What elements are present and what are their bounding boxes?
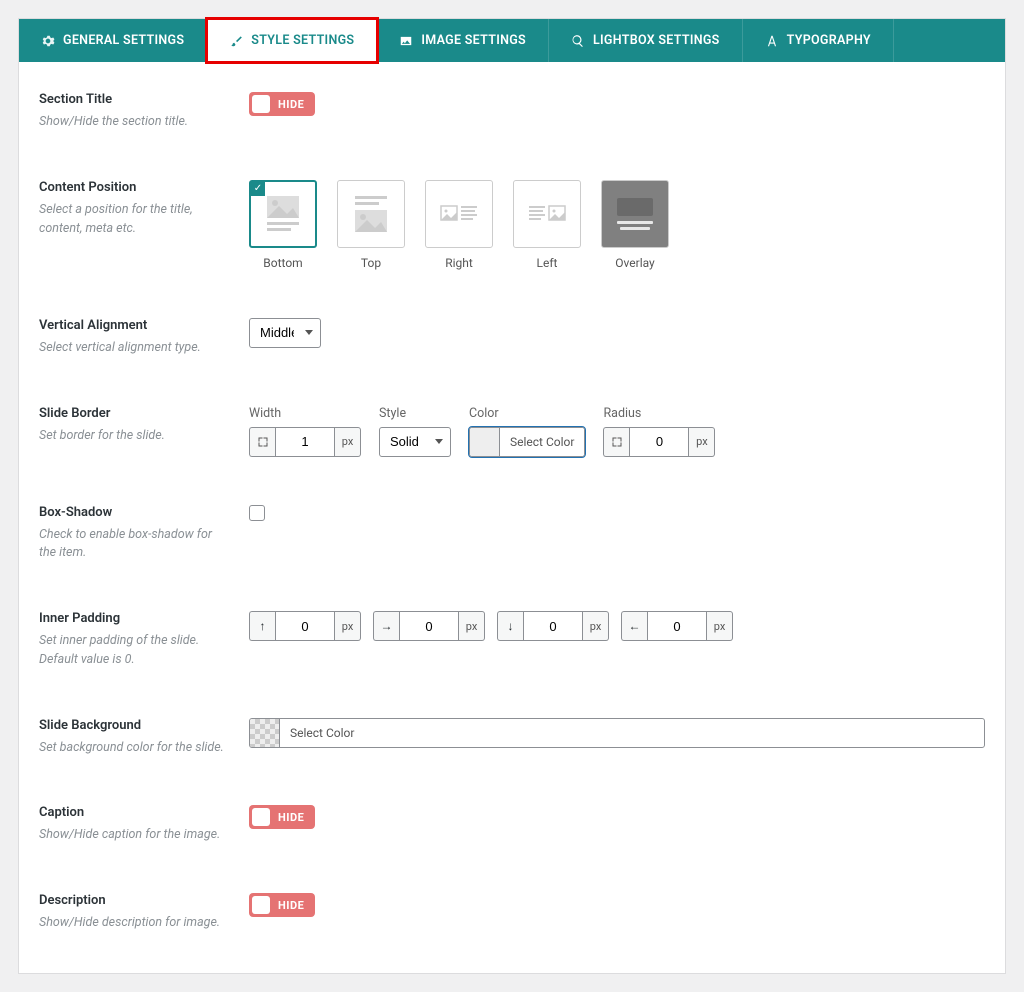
toggle-label: HIDE bbox=[276, 811, 312, 824]
field-title: Slide Border bbox=[39, 406, 229, 421]
tab-general-settings[interactable]: GENERAL SETTINGS bbox=[19, 19, 207, 62]
position-left[interactable] bbox=[513, 180, 581, 248]
tab-typography[interactable]: TYPOGRAPHY bbox=[743, 19, 894, 62]
field-desc: Show/Hide the section title. bbox=[39, 113, 229, 132]
image-icon bbox=[399, 34, 413, 48]
row-box-shadow: Box-Shadow Check to enable box-shadow fo… bbox=[19, 495, 1005, 574]
padding-top-input[interactable] bbox=[275, 611, 335, 641]
unit-label: px bbox=[335, 427, 361, 457]
field-title: Vertical Alignment bbox=[39, 318, 229, 333]
border-width-input[interactable] bbox=[275, 427, 335, 457]
arrow-left-icon: ← bbox=[621, 611, 647, 641]
field-title: Content Position bbox=[39, 180, 229, 195]
position-top[interactable] bbox=[337, 180, 405, 248]
field-title: Inner Padding bbox=[39, 611, 229, 626]
color-swatch bbox=[470, 428, 500, 456]
position-bottom[interactable]: ✓ bbox=[249, 180, 317, 248]
settings-panel: GENERAL SETTINGS STYLE SETTINGS IMAGE SE… bbox=[18, 18, 1006, 974]
padding-bottom-input[interactable] bbox=[523, 611, 583, 641]
brush-icon bbox=[229, 34, 243, 48]
link-icon[interactable] bbox=[249, 427, 275, 457]
tab-image-settings[interactable]: IMAGE SETTINGS bbox=[377, 19, 549, 62]
position-label: Right bbox=[425, 256, 493, 270]
subfield-label: Radius bbox=[603, 406, 715, 421]
description-toggle[interactable]: HIDE bbox=[249, 893, 315, 917]
subfield-label: Width bbox=[249, 406, 361, 421]
unit-label: px bbox=[707, 611, 733, 641]
field-title: Slide Background bbox=[39, 718, 229, 733]
tab-style-settings[interactable]: STYLE SETTINGS bbox=[207, 19, 377, 62]
tab-label: GENERAL SETTINGS bbox=[63, 33, 184, 48]
tab-label: STYLE SETTINGS bbox=[251, 33, 354, 48]
link-icon[interactable] bbox=[603, 427, 629, 457]
position-right[interactable] bbox=[425, 180, 493, 248]
font-icon bbox=[765, 34, 779, 48]
unit-label: px bbox=[689, 427, 715, 457]
toggle-knob bbox=[252, 808, 270, 826]
row-description: Description Show/Hide description for im… bbox=[19, 883, 1005, 943]
field-desc: Set border for the slide. bbox=[39, 427, 229, 446]
border-color-button[interactable]: Select Color bbox=[469, 427, 585, 457]
box-shadow-checkbox[interactable] bbox=[249, 505, 265, 521]
field-title: Description bbox=[39, 893, 229, 908]
border-style-select[interactable]: Solid bbox=[379, 427, 451, 457]
arrow-right-icon: → bbox=[373, 611, 399, 641]
padding-right-input[interactable] bbox=[399, 611, 459, 641]
tab-label: IMAGE SETTINGS bbox=[421, 33, 526, 48]
vertical-align-select[interactable]: Middle bbox=[249, 318, 321, 348]
unit-label: px bbox=[583, 611, 609, 641]
tab-label: LIGHTBOX SETTINGS bbox=[593, 33, 720, 48]
position-overlay[interactable] bbox=[601, 180, 669, 248]
toggle-label: HIDE bbox=[276, 899, 312, 912]
arrow-up-icon: ↑ bbox=[249, 611, 275, 641]
row-slide-background: Slide Background Set background color fo… bbox=[19, 708, 1005, 768]
subfield-label: Style bbox=[379, 406, 451, 421]
row-section-title: Section Title Show/Hide the section titl… bbox=[19, 82, 1005, 142]
check-icon: ✓ bbox=[251, 182, 265, 196]
border-radius-input[interactable] bbox=[629, 427, 689, 457]
tab-label: TYPOGRAPHY bbox=[787, 33, 871, 48]
toggle-knob bbox=[252, 95, 270, 113]
color-button-label: Select Color bbox=[280, 719, 364, 747]
subfield-label: Color bbox=[469, 406, 585, 421]
search-icon bbox=[571, 34, 585, 48]
unit-label: px bbox=[335, 611, 361, 641]
row-inner-padding: Inner Padding Set inner padding of the s… bbox=[19, 601, 1005, 680]
position-label: Top bbox=[337, 256, 405, 270]
row-caption: Caption Show/Hide caption for the image.… bbox=[19, 795, 1005, 855]
arrow-down-icon: ↓ bbox=[497, 611, 523, 641]
field-desc: Select a position for the title, content… bbox=[39, 201, 229, 239]
row-content-position: Content Position Select a position for t… bbox=[19, 170, 1005, 280]
row-vertical-alignment: Vertical Alignment Select vertical align… bbox=[19, 308, 1005, 368]
unit-label: px bbox=[459, 611, 485, 641]
field-title: Caption bbox=[39, 805, 229, 820]
tab-bar: GENERAL SETTINGS STYLE SETTINGS IMAGE SE… bbox=[19, 19, 1005, 62]
position-label: Left bbox=[513, 256, 581, 270]
panel-content: Section Title Show/Hide the section titl… bbox=[19, 62, 1005, 973]
section-title-toggle[interactable]: HIDE bbox=[249, 92, 315, 116]
field-desc: Show/Hide caption for the image. bbox=[39, 826, 229, 845]
field-desc: Select vertical alignment type. bbox=[39, 339, 229, 358]
toggle-label: HIDE bbox=[276, 98, 312, 111]
row-slide-border: Slide Border Set border for the slide. W… bbox=[19, 396, 1005, 467]
color-button-label: Select Color bbox=[500, 428, 584, 456]
position-label: Overlay bbox=[601, 256, 669, 270]
field-desc: Set background color for the slide. bbox=[39, 739, 229, 758]
tab-lightbox-settings[interactable]: LIGHTBOX SETTINGS bbox=[549, 19, 743, 62]
field-desc: Set inner padding of the slide. Default … bbox=[39, 632, 229, 670]
color-swatch bbox=[250, 719, 280, 747]
slide-bg-color-button[interactable]: Select Color bbox=[249, 718, 985, 748]
gear-icon bbox=[41, 34, 55, 48]
field-desc: Check to enable box-shadow for the item. bbox=[39, 526, 229, 564]
field-title: Box-Shadow bbox=[39, 505, 229, 520]
caption-toggle[interactable]: HIDE bbox=[249, 805, 315, 829]
padding-left-input[interactable] bbox=[647, 611, 707, 641]
position-label: Bottom bbox=[249, 256, 317, 270]
field-title: Section Title bbox=[39, 92, 229, 107]
toggle-knob bbox=[252, 896, 270, 914]
field-desc: Show/Hide description for image. bbox=[39, 914, 229, 933]
